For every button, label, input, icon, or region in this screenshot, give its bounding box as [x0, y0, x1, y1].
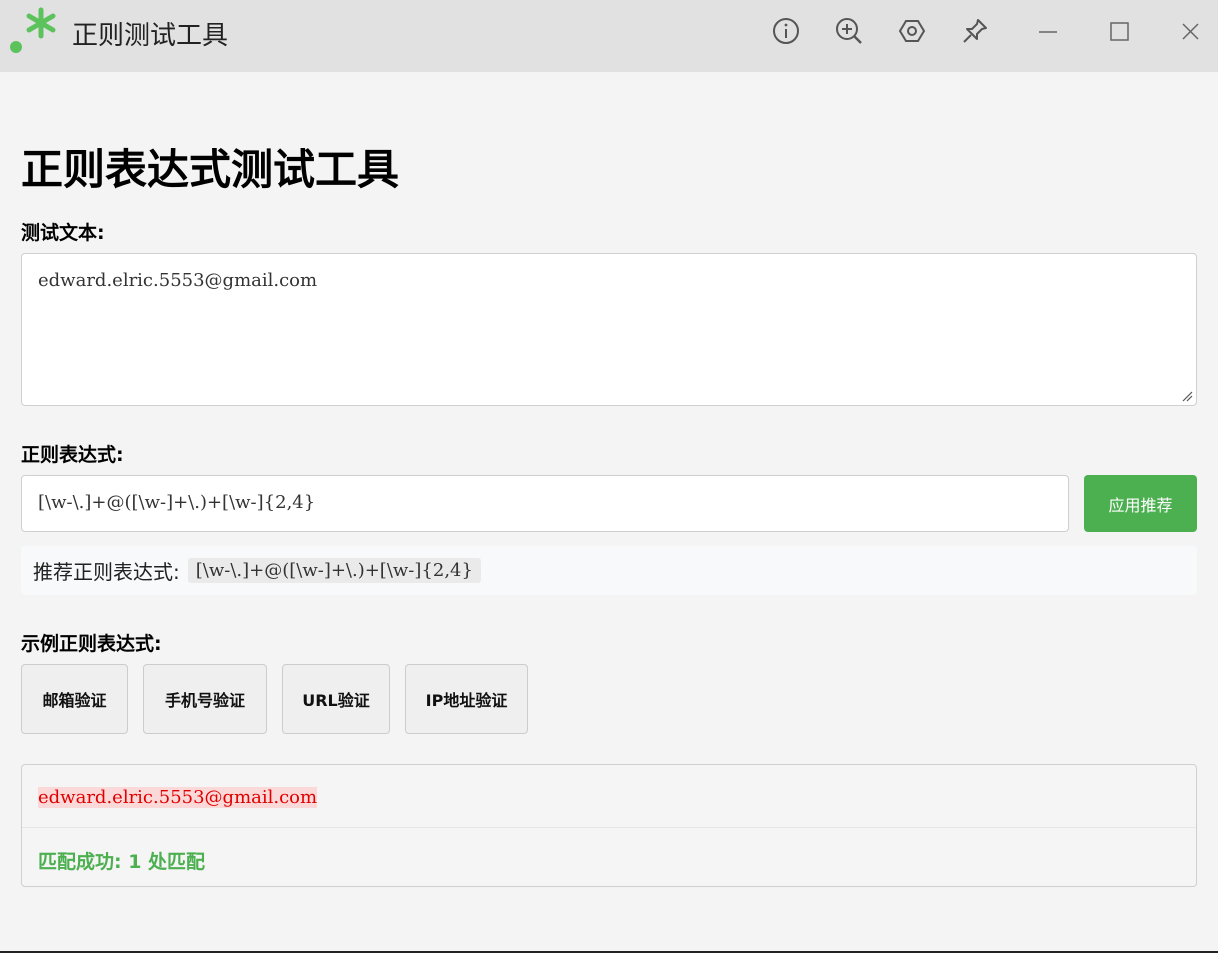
app-logo-icon: [10, 7, 56, 53]
settings-icon[interactable]: [895, 14, 929, 48]
info-icon[interactable]: [769, 14, 803, 48]
suggested-regex-box: 推荐正则表达式: [\w-\.]+@([\w-]+\.)+[\w-]{2,4}: [21, 546, 1197, 595]
email-example-button[interactable]: 邮箱验证: [21, 664, 128, 734]
regex-input-value: [\w-\.]+@([\w-]+\.)+[\w-]{2,4}: [38, 492, 316, 513]
ip-example-button[interactable]: IP地址验证: [405, 664, 528, 734]
resize-grip-icon[interactable]: [1181, 390, 1193, 402]
match-result-text: edward.elric.5553@gmail.com: [38, 787, 318, 808]
window-title: 正则测试工具: [72, 21, 229, 51]
result-divider: [22, 827, 1196, 828]
match-highlight: edward.elric.5553@gmail.com: [38, 787, 318, 808]
test-text-area[interactable]: edward.elric.5553@gmail.com: [21, 253, 1197, 406]
result-panel: edward.elric.5553@gmail.com 匹配成功: 1 处匹配: [21, 764, 1197, 887]
phone-example-button[interactable]: 手机号验证: [143, 664, 267, 734]
url-example-button[interactable]: URL验证: [282, 664, 390, 734]
suggested-regex-label: 推荐正则表达式:: [33, 560, 180, 584]
zoom-in-icon[interactable]: [832, 14, 866, 48]
maximize-icon[interactable]: [1102, 14, 1136, 48]
test-text-value: edward.elric.5553@gmail.com: [38, 270, 318, 291]
regex-label: 正则表达式:: [21, 444, 124, 466]
regex-input[interactable]: [\w-\.]+@([\w-]+\.)+[\w-]{2,4}: [21, 475, 1069, 532]
match-status: 匹配成功: 1 处匹配: [38, 851, 206, 873]
title-bar: 正则测试工具: [0, 0, 1218, 72]
examples-label: 示例正则表达式:: [21, 633, 162, 655]
suggested-regex-code: [\w-\.]+@([\w-]+\.)+[\w-]{2,4}: [187, 558, 481, 583]
test-text-label: 测试文本:: [21, 222, 105, 244]
apply-suggestion-button[interactable]: 应用推荐: [1084, 475, 1197, 532]
page-title: 正则表达式测试工具: [21, 145, 400, 194]
pin-icon[interactable]: [958, 14, 992, 48]
minimize-icon[interactable]: [1030, 14, 1064, 48]
close-icon[interactable]: [1173, 14, 1207, 48]
